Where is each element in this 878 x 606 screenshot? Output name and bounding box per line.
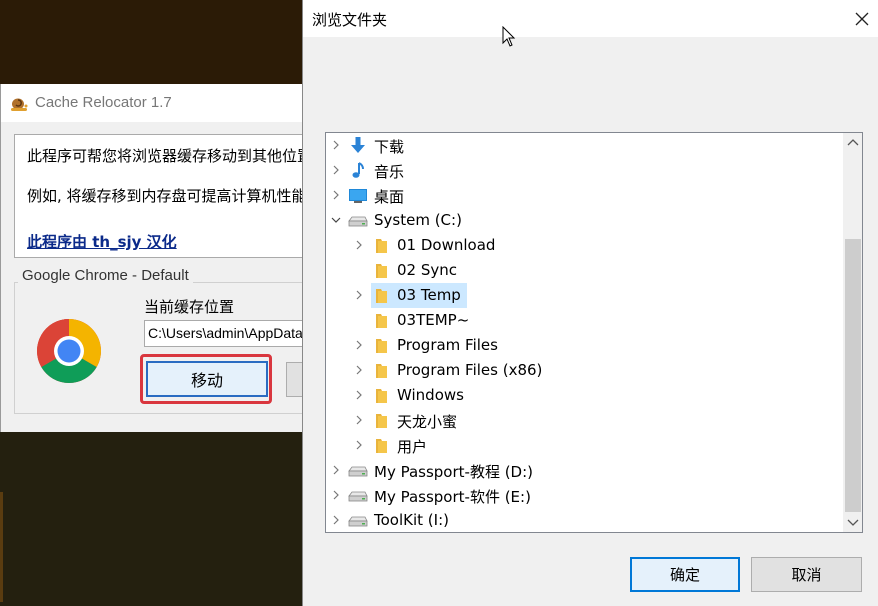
browse-folder-dialog: 浏览文件夹 下载音乐桌面 System (C:) 01 Download 02 Syn… (302, 0, 878, 606)
tree-item[interactable]: 天龙小蜜 (326, 408, 844, 433)
tree-item-label: 03 Temp (397, 286, 461, 304)
chevron-right-icon[interactable] (353, 414, 365, 426)
chevron-right-icon[interactable] (353, 439, 365, 451)
mouse-cursor-icon (502, 26, 516, 47)
download-arrow-icon (351, 137, 365, 153)
desktop-background-bottom (0, 432, 310, 606)
drive-icon (348, 466, 368, 477)
tree-item-label: System (C:) (374, 211, 462, 229)
tree-item[interactable]: 下载 (326, 133, 844, 158)
tree-item-label: 音乐 (374, 163, 405, 181)
tree-item[interactable]: My Passport-教程 (D:) (326, 458, 844, 483)
vertical-scrollbar[interactable] (843, 133, 863, 532)
tree-item[interactable]: 用户 (326, 433, 844, 458)
tree-item[interactable]: My Passport-软件 (E:) (326, 483, 844, 508)
credit-link[interactable]: 此程序由 th_sjy 汉化 (27, 231, 177, 252)
folder-tree[interactable]: 下载音乐桌面 System (C:) 01 Download 02 Sync 03 Te… (325, 132, 863, 533)
tree-item-label: 02 Sync (397, 261, 458, 279)
chevron-right-icon[interactable] (353, 389, 365, 401)
scroll-down-icon[interactable] (843, 512, 863, 532)
tree-item[interactable]: 桌面 (326, 183, 844, 208)
info-line-2: 例如, 将缓存移到内存盘可提高计算机性能 (27, 187, 307, 205)
tree-item[interactable]: 01 Download (326, 233, 844, 258)
snail-app-icon (11, 98, 28, 111)
desktop-background-top (0, 0, 310, 84)
tree-item-label: 天龙小蜜 (397, 413, 458, 431)
current-location-label: 当前缓存位置 (144, 298, 235, 316)
tree-item-label: My Passport-软件 (E:) (374, 488, 531, 506)
tree-item[interactable]: 03TEMP~ (326, 308, 844, 333)
folder-icon (376, 264, 387, 278)
folder-icon (376, 414, 387, 428)
folder-icon (376, 339, 387, 353)
cache-relocator-titlebar[interactable]: Cache Relocator 1.7 (1, 84, 311, 122)
folder-icon (376, 289, 387, 303)
cancel-button[interactable]: 取消 (751, 557, 862, 592)
music-note-icon (352, 162, 364, 178)
chevron-right-icon[interactable] (330, 514, 342, 526)
tree-item-label: My Passport-教程 (D:) (374, 463, 534, 481)
chevron-right-icon[interactable] (330, 489, 342, 501)
folder-icon (376, 439, 387, 453)
chevron-right-icon[interactable] (330, 464, 342, 476)
move-button[interactable]: 移动 (146, 361, 268, 397)
tree-item-label: ToolKit (I:) (374, 511, 449, 529)
info-line-1: 此程序可帮您将浏览器缓存移动到其他位置 (27, 147, 313, 165)
tree-item-label: Program Files (x86) (397, 361, 543, 379)
tree-item[interactable]: 03 Temp (326, 283, 844, 308)
tree-item[interactable]: Windows (326, 383, 844, 408)
folder-icon (376, 364, 387, 378)
chevron-right-icon[interactable] (353, 339, 365, 351)
folder-icon (376, 239, 387, 253)
tree-item-label: 桌面 (374, 188, 405, 206)
tree-item-label: 01 Download (397, 236, 496, 254)
folder-icon (376, 389, 387, 403)
close-icon[interactable] (851, 8, 873, 30)
desktop-edge (0, 492, 3, 602)
tree-item[interactable]: ToolKit (I:) (326, 508, 844, 532)
scrollbar-thumb[interactable] (845, 239, 861, 512)
folder-icon (376, 314, 387, 328)
tree-item-label: Windows (397, 386, 464, 404)
tree-item-label: Program Files (397, 336, 498, 354)
browser-group-label: Google Chrome - Default (18, 267, 193, 284)
drive-icon (348, 516, 368, 527)
scroll-up-icon[interactable] (843, 133, 863, 153)
info-panel: 此程序可帮您将浏览器缓存移动到其他位置 例如, 将缓存移到内存盘可提高计算机性能… (14, 134, 314, 258)
chevron-right-icon[interactable] (353, 364, 365, 376)
current-path-field[interactable]: C:\Users\admin\AppData (144, 320, 314, 347)
tree-item[interactable]: System (C:) (326, 208, 844, 233)
desktop-icon (349, 189, 367, 203)
cache-relocator-title: Cache Relocator 1.7 (35, 94, 172, 111)
chevron-right-icon[interactable] (330, 164, 342, 176)
drive-icon (348, 216, 368, 227)
tree-item[interactable]: 音乐 (326, 158, 844, 183)
tree-item-label: 用户 (397, 438, 428, 456)
tree-item[interactable]: Program Files (x86) (326, 358, 844, 383)
tree-item[interactable]: 02 Sync (326, 258, 844, 283)
chevron-right-icon[interactable] (353, 239, 365, 251)
chevron-right-icon[interactable] (330, 189, 342, 201)
chrome-logo-icon (37, 319, 101, 383)
dialog-titlebar[interactable]: 浏览文件夹 (303, 0, 878, 37)
chevron-right-icon[interactable] (353, 289, 365, 301)
tree-item-label: 03TEMP~ (397, 311, 470, 329)
chevron-right-icon[interactable] (330, 139, 342, 151)
ok-button[interactable]: 确定 (630, 557, 740, 592)
dialog-title: 浏览文件夹 (312, 11, 388, 29)
tree-item-label: 下载 (374, 138, 405, 156)
chevron-down-icon[interactable] (330, 214, 342, 226)
tree-item[interactable]: Program Files (326, 333, 844, 358)
drive-icon (348, 491, 368, 502)
